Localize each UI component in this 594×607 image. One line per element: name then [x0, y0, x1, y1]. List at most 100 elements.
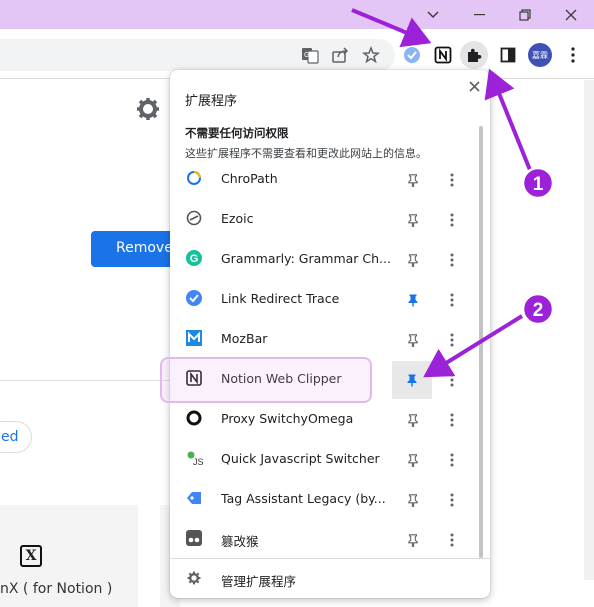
section-title: 不需要任何访问权限 [185, 126, 289, 140]
pin-button[interactable] [402, 526, 424, 554]
extension-row[interactable]: Ezoic [170, 200, 476, 240]
manage-extensions-label: 管理扩展程序 [221, 574, 297, 589]
share-button[interactable] [326, 41, 354, 69]
section-description: 这些扩展程序不需要查看和更改此网站上的信息。 [185, 147, 427, 160]
pin-button[interactable] [402, 326, 424, 354]
pin-button[interactable] [402, 486, 424, 514]
more-vert-icon [450, 453, 454, 467]
minimize-icon [473, 13, 485, 15]
popup-scrollbar[interactable] [479, 126, 483, 558]
more-options-button[interactable] [443, 246, 461, 274]
extension-row[interactable]: Link Redirect Trace [170, 280, 476, 320]
more-vert-icon [450, 213, 454, 227]
pin-icon [408, 294, 418, 307]
pin-icon [408, 453, 418, 467]
side-panel-icon [500, 47, 516, 63]
pin-button[interactable] [402, 406, 424, 434]
menu-button[interactable] [559, 41, 587, 69]
more-vert-icon [450, 333, 454, 347]
translate-button[interactable]: G [296, 41, 324, 69]
more-vert-icon [450, 253, 454, 267]
more-vert-icon [450, 493, 454, 507]
extension-row[interactable]: JS Quick Javascript Switcher [170, 440, 476, 480]
js-switcher-icon: JS [186, 450, 204, 468]
extension-name: MozBar [221, 331, 268, 346]
pin-button[interactable] [402, 206, 424, 234]
pin-icon [408, 213, 418, 227]
tag-assistant-icon [186, 490, 204, 508]
pin-button[interactable] [402, 446, 424, 474]
extension-row[interactable]: G Grammarly: Grammar Ch... [170, 240, 476, 280]
pin-button[interactable] [402, 286, 424, 314]
page-scrollbar[interactable] [584, 80, 594, 580]
more-options-button[interactable] [443, 486, 461, 514]
star-icon [362, 46, 380, 64]
settings-gear-icon[interactable] [136, 97, 160, 121]
close-icon [565, 9, 577, 20]
remove-button[interactable]: Remove [91, 231, 181, 267]
extension-name: Proxy SwitchyOmega [221, 411, 354, 426]
svg-text:1: 1 [533, 174, 544, 195]
extension-name: Grammarly: Grammar Ch... [221, 251, 391, 266]
step-badge-2: 2 [521, 292, 555, 326]
extension-row[interactable]: 篡改猴 [170, 520, 476, 560]
pin-icon [408, 333, 418, 347]
minimize-button[interactable] [456, 0, 502, 29]
extension-row[interactable]: Tag Assistant Legacy (by... [170, 480, 476, 520]
more-options-button[interactable] [443, 406, 461, 434]
share-icon [332, 47, 349, 63]
divider [0, 380, 175, 381]
pin-button[interactable] [402, 246, 424, 274]
restore-icon [519, 8, 531, 21]
tampermonkey-icon [186, 530, 204, 548]
avatar[interactable]: 嘉霖 [528, 43, 552, 67]
more-options-button[interactable] [443, 206, 461, 234]
tab-search-button[interactable] [410, 0, 456, 29]
pin-icon [408, 413, 418, 427]
extension-name: Tag Assistant Legacy (by... [221, 491, 386, 506]
restore-button[interactable] [502, 0, 548, 29]
extension-row[interactable]: Proxy SwitchyOmega [170, 400, 476, 440]
pin-button[interactable] [392, 361, 432, 399]
extension-name: ChroPath [221, 171, 278, 186]
extensions-button[interactable] [460, 41, 488, 69]
popup-close-button[interactable] [464, 76, 484, 96]
extensions-popup: 扩展程序 不需要任何访问权限 这些扩展程序不需要查看和更改此网站上的信息。 Ch… [170, 70, 490, 598]
svg-text:2: 2 [533, 300, 544, 321]
chip-button[interactable]: ed [0, 421, 32, 453]
more-options-button[interactable] [443, 166, 461, 194]
close-window-button[interactable] [548, 0, 594, 29]
arrow-to-extensions-button [484, 68, 532, 171]
manage-extensions-link[interactable]: 管理扩展程序 [170, 558, 490, 598]
toolbar-extension-button[interactable] [398, 41, 426, 69]
more-options-button[interactable] [443, 326, 461, 354]
chevron-down-icon [427, 10, 439, 18]
pin-button[interactable] [402, 166, 424, 194]
link-redirect-trace-icon [186, 290, 204, 308]
pin-icon [408, 493, 418, 507]
side-panel-button[interactable] [494, 41, 522, 69]
switchyomega-icon [186, 410, 204, 428]
svg-text:G: G [304, 52, 309, 59]
bookmark-button[interactable] [357, 41, 385, 69]
more-vert-icon [450, 413, 454, 427]
more-options-button[interactable] [443, 446, 461, 474]
pin-icon [407, 374, 417, 387]
more-vert-icon [450, 373, 454, 387]
pin-icon [408, 253, 418, 267]
notion-icon [434, 46, 452, 64]
grammarly-icon: G [186, 250, 204, 268]
more-options-button[interactable] [443, 526, 461, 554]
extension-row[interactable]: MozBar [170, 320, 476, 360]
extension-name: Quick Javascript Switcher [221, 451, 380, 466]
extension-row[interactable]: ChroPath [170, 160, 476, 200]
extension-name: Ezoic [221, 211, 254, 226]
chropath-icon [186, 170, 204, 188]
gear-icon [187, 571, 201, 585]
notionx-label: nX ( for Notion ) [0, 581, 113, 597]
notion-row-highlight [160, 357, 372, 403]
more-options-button[interactable] [443, 366, 461, 394]
more-options-button[interactable] [443, 286, 461, 314]
more-vert-icon [571, 47, 575, 63]
notion-toolbar-button[interactable] [429, 41, 457, 69]
